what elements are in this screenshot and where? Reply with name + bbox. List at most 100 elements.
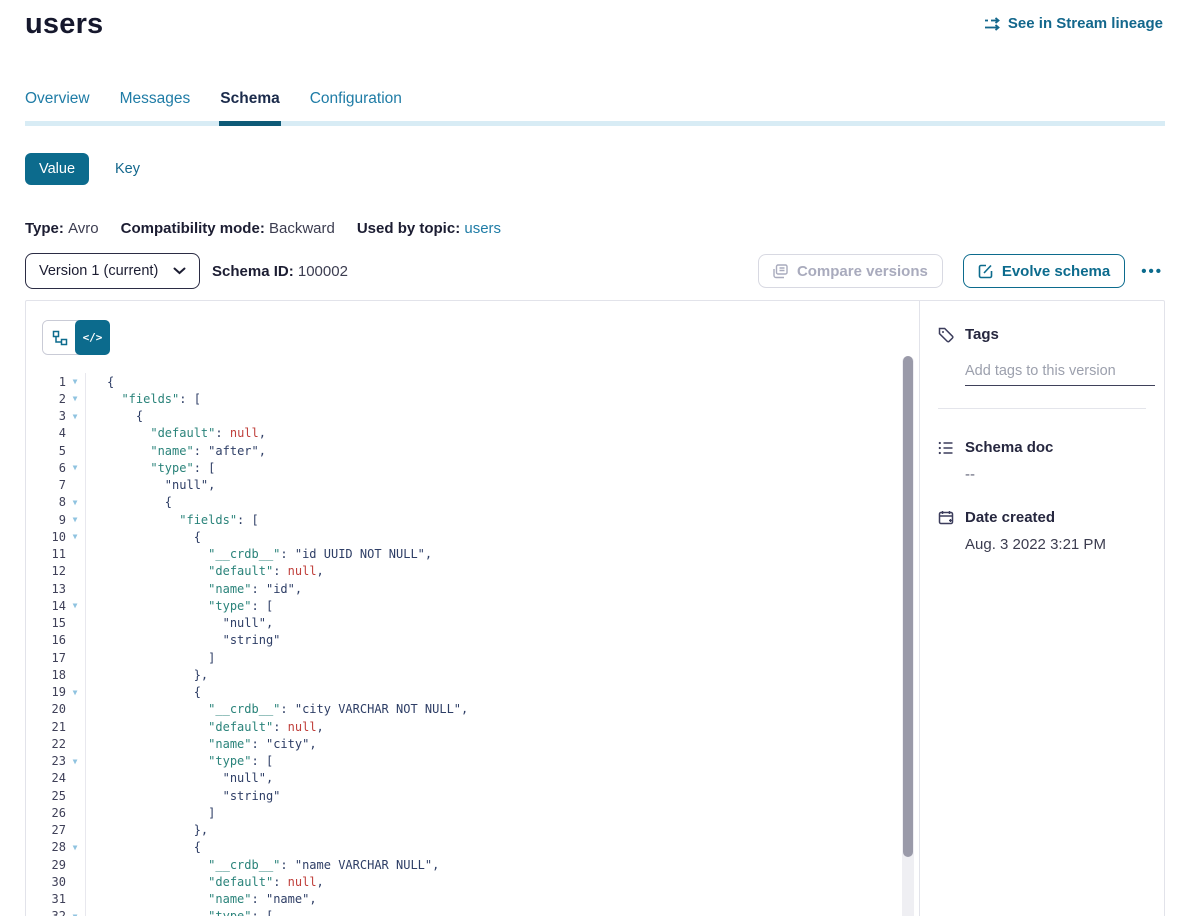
gutter: 13 [26, 580, 86, 597]
line-number: 17 [26, 651, 66, 665]
code-text: "null", [86, 771, 273, 785]
meta-value: Backward [269, 220, 335, 237]
code-line: 11 "__crdb__": "id UUID NOT NULL", [26, 546, 902, 563]
version-select[interactable]: Version 1 (current) [25, 253, 200, 289]
fold-arrow-icon[interactable]: ▼ [66, 757, 84, 766]
fold-arrow-icon[interactable]: ▼ [66, 412, 84, 421]
value-toggle-button[interactable]: Value [25, 153, 89, 185]
fold-arrow-icon[interactable]: ▼ [66, 912, 84, 916]
gutter: 30 [26, 873, 86, 890]
code-line: 27 }, [26, 822, 902, 839]
code-line: 9▼ "fields": [ [26, 511, 902, 528]
code-text: "default": null, [86, 564, 324, 578]
code-view-button[interactable]: </> [75, 320, 110, 355]
compare-versions-button[interactable]: Compare versions [758, 254, 943, 288]
code-text: { [86, 409, 143, 423]
more-options-button[interactable]: ••• [1139, 259, 1165, 284]
code-text: "type": [ [86, 461, 215, 475]
line-number: 7 [26, 478, 66, 492]
code-text: "fields": [ [86, 513, 259, 527]
line-number: 1 [26, 375, 66, 389]
code-line: 19▼ { [26, 684, 902, 701]
code-text: "string" [86, 633, 280, 647]
line-number: 3 [26, 409, 66, 423]
evolve-schema-button[interactable]: Evolve schema [963, 254, 1125, 288]
code-line: 26 ] [26, 804, 902, 821]
gutter: 18 [26, 666, 86, 683]
page-title: users [25, 8, 103, 41]
gutter: 3▼ [26, 408, 86, 425]
meta-value: Avro [68, 220, 99, 237]
tab-configuration[interactable]: Configuration [310, 90, 402, 121]
key-toggle-button[interactable]: Key [115, 161, 140, 177]
tab-overview[interactable]: Overview [25, 90, 90, 121]
fold-arrow-icon[interactable]: ▼ [66, 688, 84, 697]
code-text: "name": "city", [86, 737, 317, 751]
gutter: 27 [26, 822, 86, 839]
fold-arrow-icon[interactable]: ▼ [66, 394, 84, 403]
code-text: { [86, 685, 201, 699]
code-line: 22 "name": "city", [26, 735, 902, 752]
chevron-down-icon [173, 267, 186, 275]
copy-icon [773, 264, 788, 279]
schema-meta-row: Type: AvroCompatibility mode: BackwardUs… [25, 220, 501, 237]
code-line: 2▼ "fields": [ [26, 390, 902, 407]
line-number: 21 [26, 720, 66, 734]
line-number: 13 [26, 582, 66, 596]
code-line: 10▼ { [26, 528, 902, 545]
editor-scrollbar-track [902, 356, 914, 916]
code-line: 25 "string" [26, 787, 902, 804]
fold-arrow-icon[interactable]: ▼ [66, 601, 84, 610]
code-text: "name": "after", [86, 444, 266, 458]
editor-view-toggle: </> [42, 320, 110, 355]
fold-arrow-icon[interactable]: ▼ [66, 463, 84, 472]
code-line: 1▼{ [26, 373, 902, 390]
code-text: }, [86, 668, 208, 682]
fold-arrow-icon[interactable]: ▼ [66, 532, 84, 541]
code-line: 8▼ { [26, 494, 902, 511]
tab-messages[interactable]: Messages [120, 90, 191, 121]
tab-schema[interactable]: Schema [220, 90, 279, 121]
line-number: 4 [26, 426, 66, 440]
code-text: "default": null, [86, 426, 266, 440]
editor-scrollbar-thumb[interactable] [903, 356, 913, 857]
code-line: 31 "name": "name", [26, 891, 902, 908]
gutter: 29 [26, 856, 86, 873]
topic-link[interactable]: users [464, 220, 501, 237]
code-text: "null", [86, 616, 273, 630]
see-in-stream-lineage-link[interactable]: See in Stream lineage [984, 15, 1163, 32]
line-number: 22 [26, 737, 66, 751]
line-number: 26 [26, 806, 66, 820]
code-text: "null", [86, 478, 215, 492]
fold-arrow-icon[interactable]: ▼ [66, 515, 84, 524]
add-tags-input[interactable] [965, 360, 1155, 386]
code-line: 20 "__crdb__": "city VARCHAR NOT NULL", [26, 701, 902, 718]
gutter: 11 [26, 546, 86, 563]
fold-arrow-icon[interactable]: ▼ [66, 377, 84, 386]
code-text: { [86, 375, 114, 389]
code-text: { [86, 840, 201, 854]
code-editor[interactable]: 1▼{2▼ "fields": [3▼ {4 "default": null,5… [26, 373, 902, 916]
gutter: 14▼ [26, 597, 86, 614]
tabs-underline-track [25, 121, 1165, 126]
line-number: 12 [26, 564, 66, 578]
meta-label: Compatibility mode: [121, 220, 269, 237]
schema-id: Schema ID: 100002 [212, 263, 348, 280]
tabs: Overview Messages Schema Configuration [25, 90, 1165, 121]
line-number: 28 [26, 840, 66, 854]
schema-controls-row: Version 1 (current) Schema ID: 100002 Co… [25, 253, 1165, 289]
meta-item: Compatibility mode: Backward [121, 220, 335, 237]
gutter: 7 [26, 477, 86, 494]
code-line: 14▼ "type": [ [26, 597, 902, 614]
fold-arrow-icon[interactable]: ▼ [66, 843, 84, 852]
fold-arrow-icon[interactable]: ▼ [66, 498, 84, 507]
meta-item: Type: Avro [25, 220, 99, 237]
code-view-icon: </> [83, 331, 103, 344]
tree-view-button[interactable] [43, 321, 76, 354]
code-line: 12 "default": null, [26, 563, 902, 580]
code-line: 5 "name": "after", [26, 442, 902, 459]
gutter: 31 [26, 891, 86, 908]
line-number: 15 [26, 616, 66, 630]
line-number: 30 [26, 875, 66, 889]
gutter: 16 [26, 632, 86, 649]
